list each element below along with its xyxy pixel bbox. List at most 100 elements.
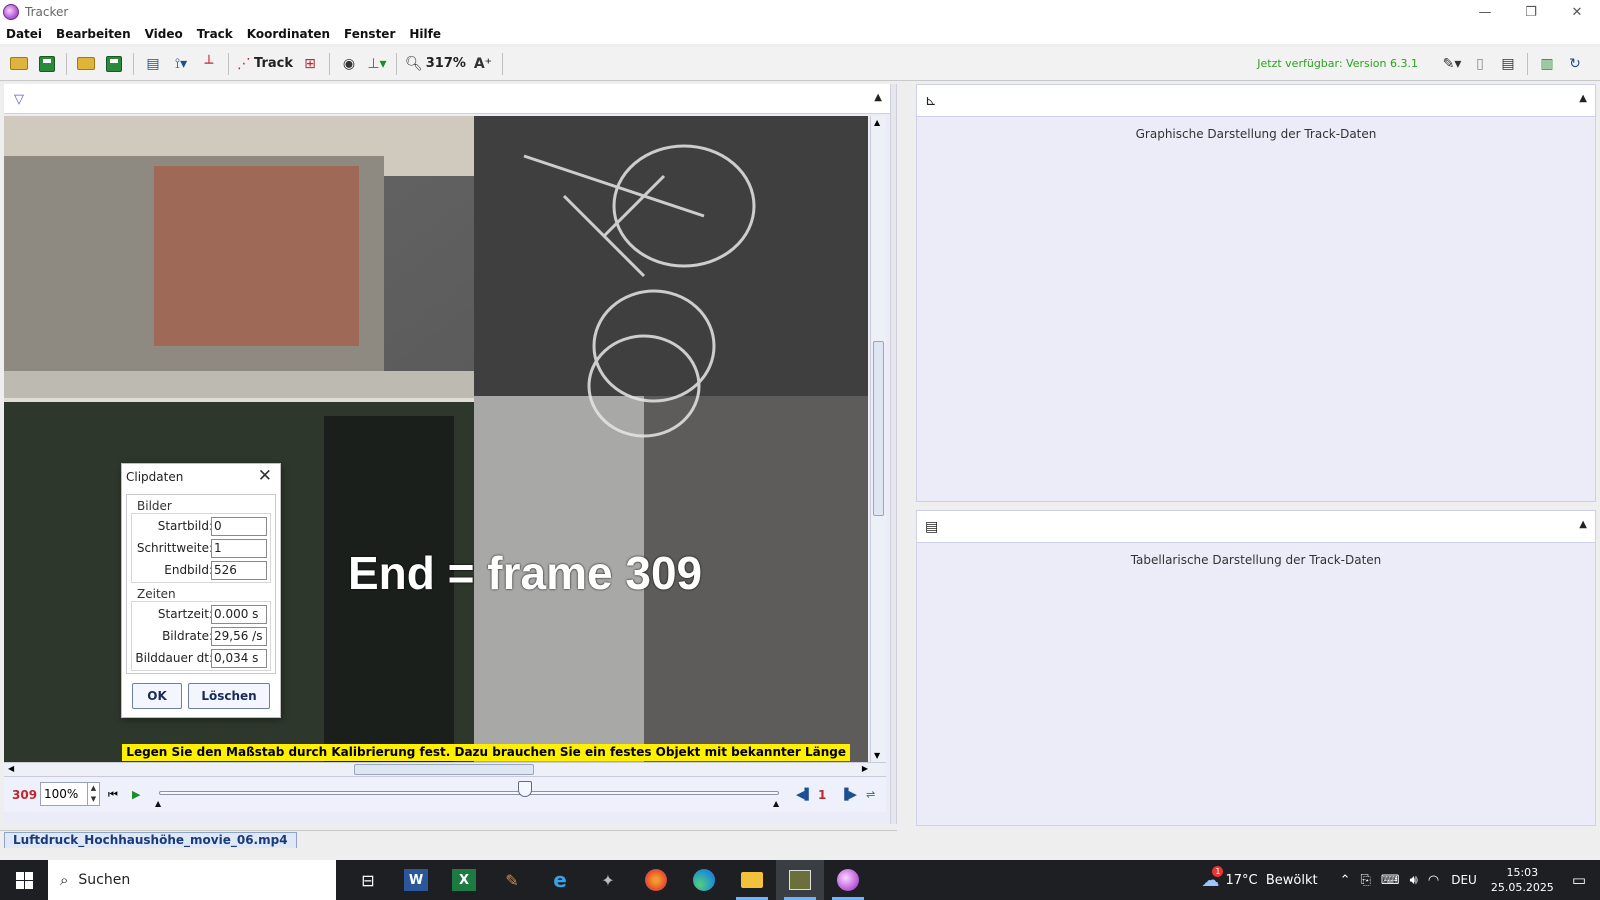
wifi-icon[interactable]: ◠	[1428, 873, 1439, 888]
frame-duration-input[interactable]: 0,034 s	[211, 649, 267, 668]
end-frame-row: Endbild: 526	[131, 561, 269, 580]
panel-splitter[interactable]	[890, 84, 897, 824]
scroll-up-arrow-icon[interactable]: ▲	[874, 118, 880, 127]
notes-button[interactable]: ▯	[1469, 51, 1491, 77]
play-icon: ▶	[132, 788, 141, 801]
video-vertical-scrollbar[interactable]: ▲ ▼	[870, 116, 886, 762]
data-builder-button[interactable]: ▥	[1536, 51, 1558, 77]
excel-app-button[interactable]: X	[440, 860, 488, 900]
dialog-body: Bilder Startbild: 0 Schrittweite: 1 Endb…	[126, 494, 276, 674]
export-button[interactable]	[103, 51, 125, 77]
spinner-arrows-icon[interactable]: ▲ ▼	[87, 783, 99, 805]
axes-icon: ┴	[204, 55, 214, 72]
scroll-right-arrow-icon[interactable]: ▶	[862, 764, 868, 773]
play-button[interactable]: ▶	[132, 788, 140, 801]
step-back-button[interactable]: ◀︎▌	[796, 788, 813, 801]
pencil-button[interactable]: ✎▾	[1441, 51, 1463, 77]
properties-button[interactable]: ▤	[1497, 51, 1519, 77]
start-time-input[interactable]: 0.000 s	[211, 605, 267, 624]
menu-koordinaten[interactable]: Koordinaten	[247, 27, 330, 41]
weather-widget[interactable]: ☁ 1 17°C Bewölkt	[1201, 865, 1318, 891]
word-app-button[interactable]: W	[392, 860, 440, 900]
cloud-icon: ☁ 1	[1201, 865, 1224, 891]
end-marker-icon[interactable]: ▲	[773, 799, 779, 808]
ok-button[interactable]: OK	[132, 683, 182, 709]
frame-rate-input[interactable]: 29,56 /s	[211, 627, 267, 646]
app-button[interactable]: ✦	[584, 860, 632, 900]
open-file-button[interactable]	[8, 51, 30, 77]
step-size-input[interactable]: 1	[211, 539, 267, 558]
restore-button[interactable]: ❐	[1508, 0, 1554, 24]
minimize-button[interactable]: —	[1462, 0, 1508, 24]
delete-button[interactable]: Löschen	[188, 683, 270, 709]
end-frame-input[interactable]: 526	[211, 561, 267, 580]
calibration-hint-banner[interactable]: Legen Sie den Maßstab durch Kalibrierung…	[122, 744, 850, 761]
table-placeholder: Tabellarische Darstellung der Track-Date…	[1130, 553, 1382, 567]
window-title: Tracker	[25, 5, 69, 19]
save-button[interactable]	[36, 51, 58, 77]
menu-video[interactable]: Video	[145, 27, 183, 41]
table-icon[interactable]: ▤	[925, 519, 938, 535]
refresh-button[interactable]: ↻	[1564, 51, 1586, 77]
firefox-app-button[interactable]	[632, 860, 680, 900]
filter-triangle-icon[interactable]: ▽	[14, 92, 24, 107]
track-control-button[interactable]: ⊞	[299, 51, 321, 77]
scroll-down-arrow-icon[interactable]: ▼	[874, 751, 880, 760]
taskbar-search[interactable]: ⌕ Suchen	[48, 860, 336, 900]
tracker-logo-taskbar-button[interactable]	[824, 860, 872, 900]
start-button[interactable]	[0, 860, 48, 900]
clock[interactable]: 15:03 25.05.2025	[1491, 865, 1554, 895]
menu-track[interactable]: Track	[197, 27, 233, 41]
collapse-up-icon[interactable]: ▲	[874, 92, 882, 103]
notifications-icon[interactable]: ▭	[1572, 871, 1586, 889]
toolbar-separator	[133, 52, 134, 75]
zoom-spinner[interactable]: 100% ▲ ▼	[40, 782, 100, 806]
font-size-button[interactable]: A⁺	[472, 51, 494, 77]
internet-explorer-button[interactable]: e	[536, 860, 584, 900]
clip-settings-button[interactable]: ▤	[142, 51, 164, 77]
film-strip-icon: ▤	[146, 55, 160, 72]
open-video-button[interactable]	[75, 51, 97, 77]
collapse-up-icon[interactable]: ▲	[1579, 93, 1587, 104]
menu-bearbeiten[interactable]: Bearbeiten	[56, 27, 131, 41]
tracker-app-taskbar-button[interactable]	[776, 860, 824, 900]
visibility-button[interactable]: ◉	[338, 51, 360, 77]
volume-icon[interactable]: 🔊︎	[1410, 873, 1418, 888]
collapse-up-icon[interactable]: ▲	[1579, 519, 1587, 530]
menu-fenster[interactable]: Fenster	[344, 27, 395, 41]
horizontal-scroll-thumb[interactable]	[354, 764, 534, 775]
calibration-tools-button[interactable]: ⟟▾	[170, 51, 192, 77]
language-indicator[interactable]: DEU	[1451, 873, 1477, 887]
edge-app-button[interactable]	[680, 860, 728, 900]
clock-date: 25.05.2025	[1490, 881, 1554, 894]
frame-slider-track[interactable]	[159, 791, 779, 795]
chevron-up-icon[interactable]: ⌃	[1340, 873, 1351, 888]
file-tab[interactable]: Luftdruck_Hochhaushöhe_movie_06.mp4	[4, 832, 297, 848]
plot-axes-icon[interactable]: ⊾	[925, 93, 937, 109]
step-forward-button[interactable]: ▐▶︎	[840, 788, 857, 801]
loop-button[interactable]: ⇌	[866, 788, 875, 801]
menu-hilfe[interactable]: Hilfe	[409, 27, 441, 41]
vertical-scroll-thumb[interactable]	[873, 341, 884, 516]
input-method-icon[interactable]: ⌨	[1381, 873, 1400, 888]
close-window-button[interactable]: ✕	[1554, 0, 1600, 24]
start-marker-icon[interactable]: ▲	[155, 799, 161, 808]
scroll-left-arrow-icon[interactable]: ◀	[8, 764, 14, 773]
dialog-close-button[interactable]: ✕	[258, 466, 272, 486]
trails-button[interactable]: ⊥▾	[366, 51, 388, 77]
paint-app-button[interactable]: ✎	[488, 860, 536, 900]
task-view-button[interactable]: ⊟	[344, 860, 392, 900]
start-frame-input[interactable]: 0	[211, 517, 267, 536]
zoom-button[interactable]: 🔍︎ 317%	[405, 51, 466, 77]
video-horizontal-scrollbar[interactable]: ◀ ▶	[4, 762, 886, 776]
step-size[interactable]: 1	[818, 788, 826, 802]
axes-button[interactable]: ┴	[198, 51, 220, 77]
save-icon	[39, 55, 55, 72]
create-track-button[interactable]: ⋰ Track	[237, 51, 293, 77]
meet-now-icon[interactable]: ⎘	[1361, 873, 1371, 888]
reset-to-start-button[interactable]: ⏮︎	[108, 788, 118, 802]
menu-datei[interactable]: Datei	[6, 27, 42, 41]
file-explorer-button[interactable]	[728, 860, 776, 900]
update-available-link[interactable]: Jetzt verfügbar: Version 6.3.1	[1257, 57, 1418, 70]
frame-slider-thumb[interactable]	[518, 781, 532, 797]
